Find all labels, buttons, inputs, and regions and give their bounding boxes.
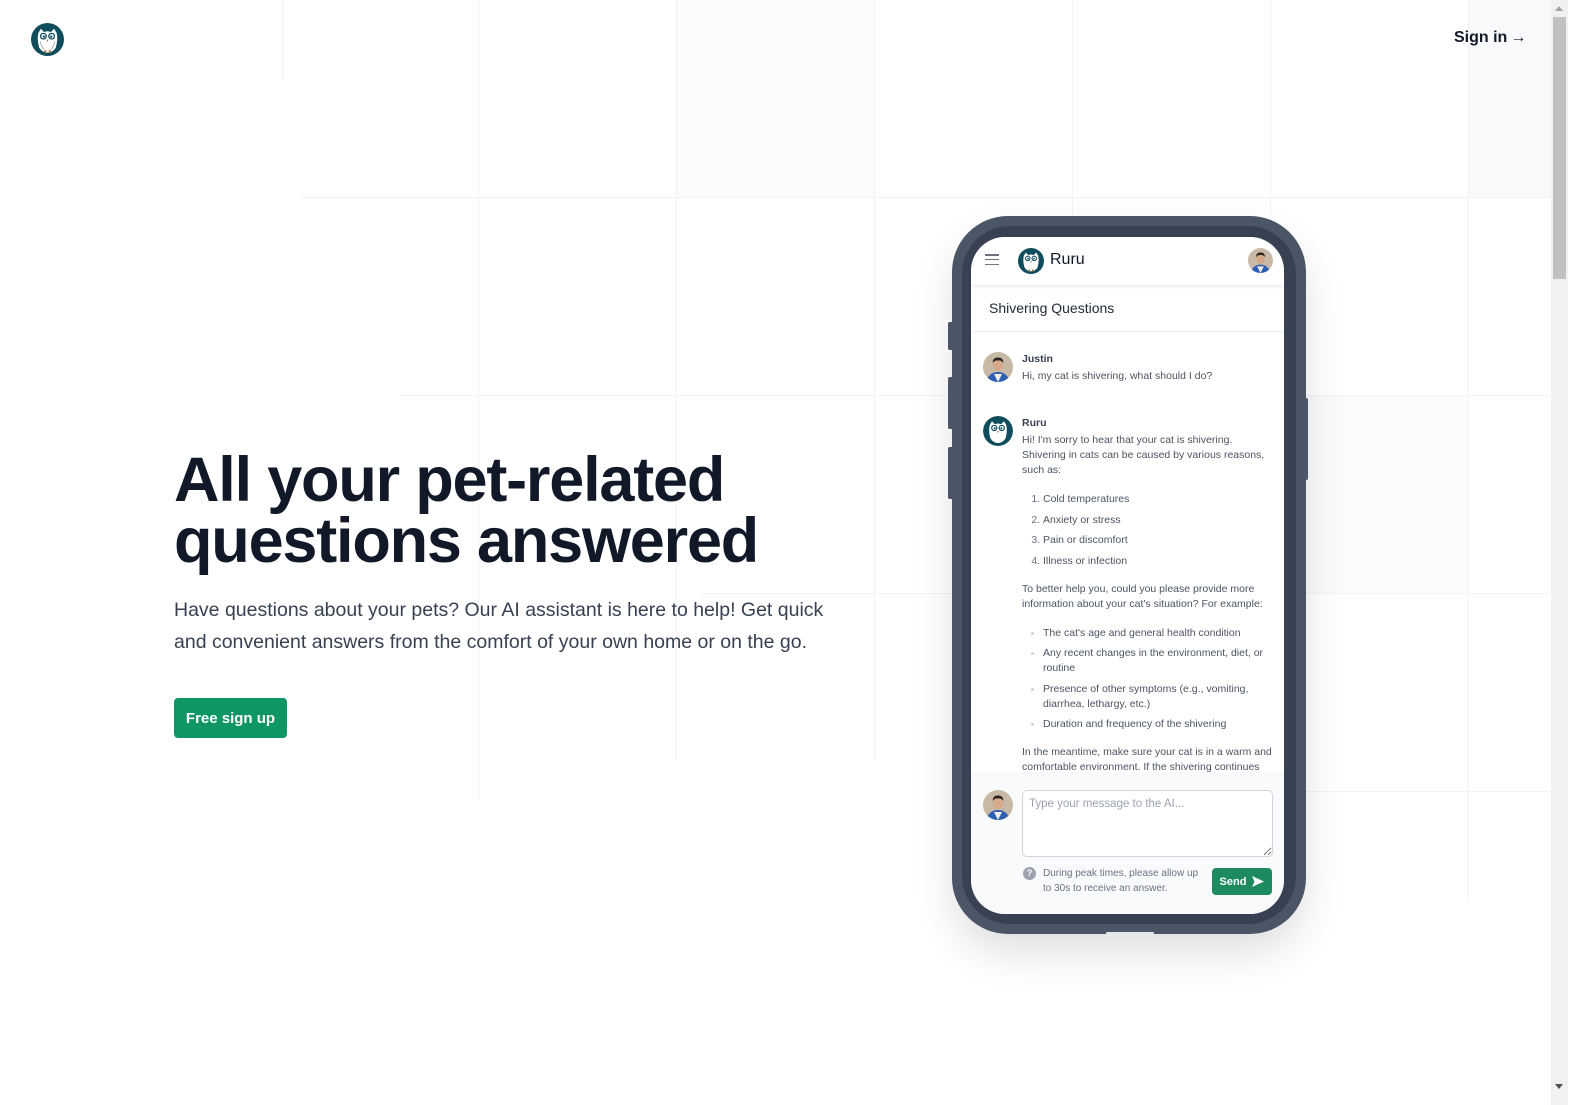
message-followup: To better help you, could you please pro… bbox=[1022, 582, 1263, 610]
owl-logo-icon[interactable] bbox=[31, 23, 64, 56]
conversation-title-bar: Shivering Questions bbox=[971, 285, 1284, 332]
message-list: Justin Hi, my cat is shivering, what sho… bbox=[971, 333, 1284, 773]
message-intro: Hi! I'm sorry to hear that your cat is s… bbox=[1022, 434, 1265, 476]
send-arrow-icon bbox=[1252, 876, 1265, 887]
user-avatar-image bbox=[1248, 248, 1273, 273]
user-avatar bbox=[983, 790, 1013, 820]
message-author: Justin bbox=[1022, 353, 1053, 365]
message-input[interactable] bbox=[1022, 790, 1273, 857]
message-composer: ? During peak times, please allow up to … bbox=[971, 772, 1284, 914]
app-name: Ruru bbox=[1050, 251, 1085, 268]
message-text: Hi, my cat is shivering, what should I d… bbox=[1022, 370, 1213, 382]
phone-home-indicator bbox=[1106, 932, 1154, 935]
owl-logo-icon bbox=[1018, 248, 1044, 274]
free-sign-up-button[interactable]: Free sign up bbox=[174, 698, 287, 738]
hamburger-menu-icon[interactable] bbox=[985, 254, 999, 266]
page-scrollbar[interactable] bbox=[1551, 0, 1568, 1105]
detail-item: Duration and frequency of the shivering bbox=[1043, 717, 1274, 732]
scrollbar-thumb[interactable] bbox=[1553, 17, 1566, 279]
send-button[interactable]: Send bbox=[1212, 868, 1272, 895]
hero-title-line-1: All your pet-related bbox=[174, 445, 725, 515]
scroll-down-arrow-icon[interactable] bbox=[1551, 1078, 1568, 1095]
reason-item: Illness or infection bbox=[1043, 554, 1274, 569]
peak-times-notice: During peak times, please allow up to 30… bbox=[1043, 868, 1199, 894]
user-avatar bbox=[983, 352, 1013, 382]
details-list: The cat's age and general health conditi… bbox=[1022, 626, 1274, 733]
owl-logo-icon bbox=[983, 416, 1013, 446]
reason-item: Cold temperatures bbox=[1043, 492, 1274, 507]
sign-in-link[interactable]: Sign in → bbox=[1454, 29, 1526, 47]
phone-screen: Ruru Shivering Questions Justin Hi, my c… bbox=[971, 237, 1284, 914]
user-avatar[interactable] bbox=[1248, 248, 1273, 273]
scroll-up-arrow-icon[interactable] bbox=[1551, 0, 1568, 17]
help-icon[interactable]: ? bbox=[1023, 867, 1036, 880]
hero-subtitle: Have questions about your pets? Our AI a… bbox=[174, 599, 824, 653]
hero-title: All your pet-related questions answered bbox=[174, 449, 814, 573]
sign-in-label: Sign in bbox=[1454, 29, 1508, 46]
detail-item: The cat's age and general health conditi… bbox=[1043, 626, 1274, 641]
reason-item: Pain or discomfort bbox=[1043, 533, 1274, 548]
arrow-right-icon: → bbox=[1510, 29, 1527, 46]
message-author: Ruru bbox=[1022, 417, 1047, 429]
conversation-title: Shivering Questions bbox=[989, 300, 1115, 316]
reason-item: Anxiety or stress bbox=[1043, 513, 1274, 528]
message-closing: In the meantime, make sure your cat is i… bbox=[1022, 746, 1272, 773]
reasons-list: Cold temperatures Anxiety or stress Pain… bbox=[1022, 492, 1274, 569]
send-label: Send bbox=[1219, 875, 1247, 888]
detail-item: Any recent changes in the environment, d… bbox=[1043, 646, 1274, 676]
hero-title-line-2: questions answered bbox=[174, 506, 759, 576]
detail-item: Presence of other symptoms (e.g., vomiti… bbox=[1043, 682, 1274, 712]
assistant-avatar bbox=[983, 416, 1013, 446]
app-bar: Ruru bbox=[971, 237, 1284, 285]
